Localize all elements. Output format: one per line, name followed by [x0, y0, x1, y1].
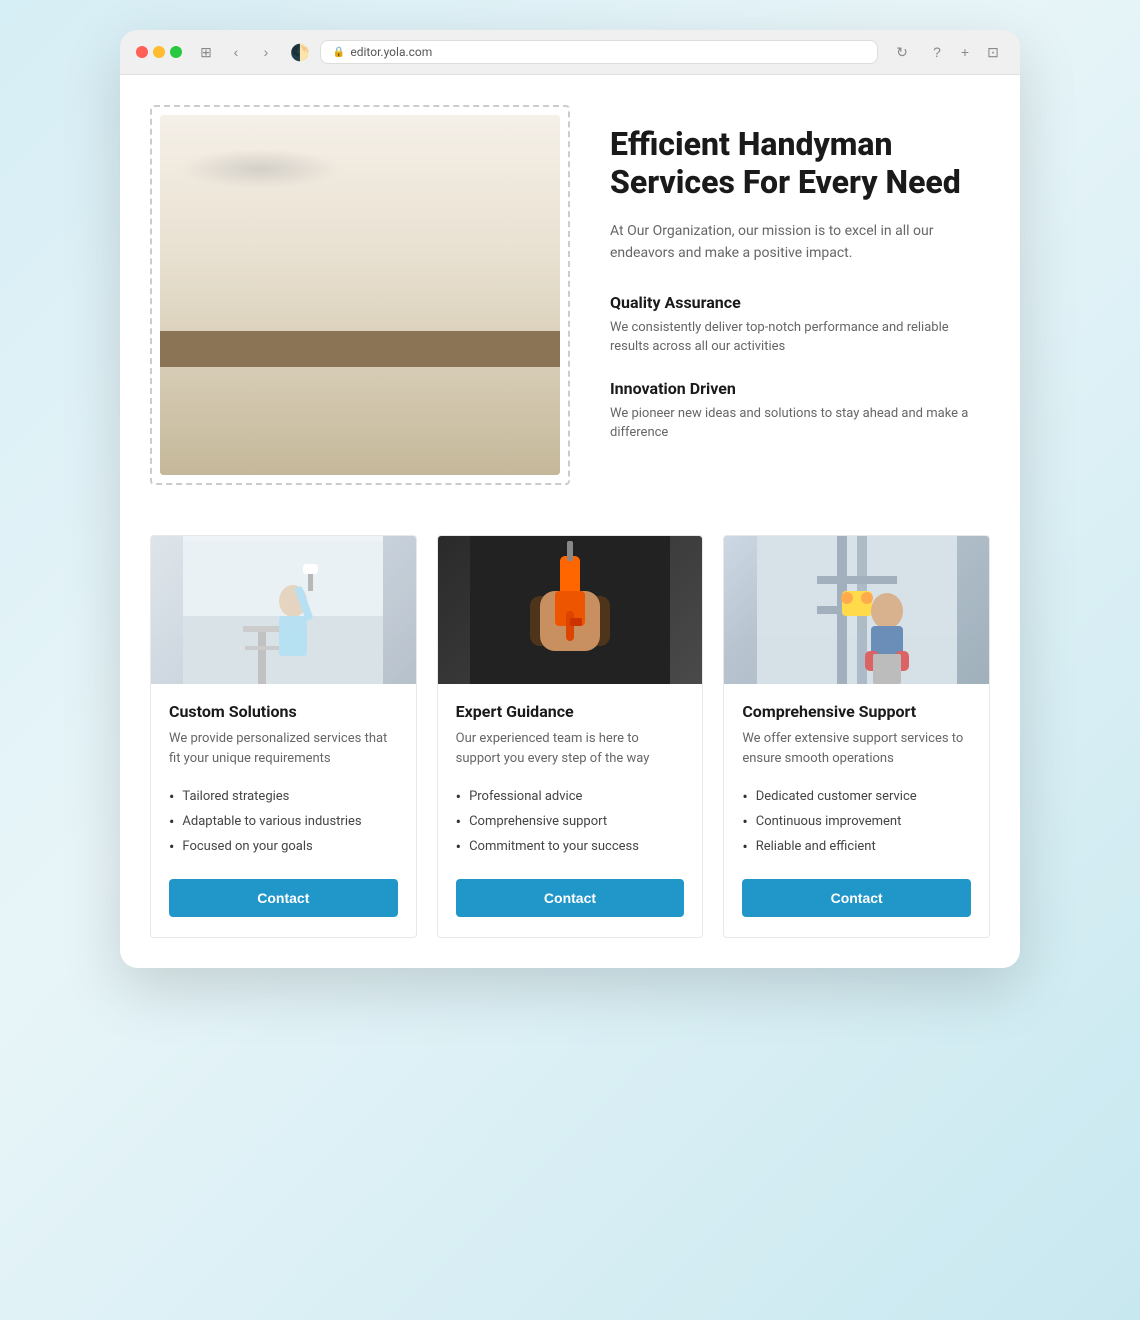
back-button[interactable]: ‹: [222, 42, 250, 62]
list-item: Focused on your goals: [169, 834, 398, 859]
card-2-desc: Our experienced team is here to support …: [456, 729, 685, 768]
feature-innovation-title: Innovation Driven: [610, 379, 990, 398]
hero-section: Efficient Handyman Services For Every Ne…: [150, 105, 990, 485]
refresh-button[interactable]: ↻: [888, 42, 916, 62]
card-3-image: [724, 536, 989, 684]
list-item: Reliable and efficient: [742, 834, 971, 859]
browser-actions: ? + ⊡: [926, 41, 1004, 63]
browser-window: ⊞ ‹ › 🌓 🔒 editor.yola.com ↻ ? + ⊡: [120, 30, 1020, 968]
card-3-desc: We offer extensive support services to e…: [742, 729, 971, 768]
url-text: editor.yola.com: [350, 45, 432, 59]
list-item: Continuous improvement: [742, 809, 971, 834]
card-1-desc: We provide personalized services that fi…: [169, 729, 398, 768]
card-1-body: Custom Solutions We provide personalized…: [151, 684, 416, 937]
card-1-contact-button[interactable]: Contact: [169, 879, 398, 917]
list-item: Tailored strategies: [169, 784, 398, 809]
card-comprehensive-support: Comprehensive Support We offer extensive…: [723, 535, 990, 938]
list-item: Commitment to your success: [456, 834, 685, 859]
hero-image-container: [150, 105, 570, 485]
forward-button[interactable]: ›: [252, 42, 280, 62]
card-3-list: Dedicated customer service Continuous im…: [742, 784, 971, 859]
card-1-image: [151, 536, 416, 684]
card-1-title: Custom Solutions: [169, 702, 398, 721]
feature-quality-desc: We consistently deliver top-notch perfor…: [610, 318, 990, 357]
card-1-list: Tailored strategies Adaptable to various…: [169, 784, 398, 859]
traffic-lights: [136, 46, 182, 58]
list-item: Dedicated customer service: [742, 784, 971, 809]
card-custom-solutions: Custom Solutions We provide personalized…: [150, 535, 417, 938]
card-2-image: [438, 536, 703, 684]
traffic-light-yellow[interactable]: [153, 46, 165, 58]
nav-buttons: ⊞ ‹ ›: [192, 42, 280, 62]
add-tab-button[interactable]: +: [954, 41, 976, 63]
card-3-body: Comprehensive Support We offer extensive…: [724, 684, 989, 937]
list-item: Adaptable to various industries: [169, 809, 398, 834]
feature-quality: Quality Assurance We consistently delive…: [610, 293, 990, 357]
lock-icon: 🔒: [333, 47, 345, 58]
feature-innovation: Innovation Driven We pioneer new ideas a…: [610, 379, 990, 443]
traffic-light-green[interactable]: [170, 46, 182, 58]
browser-chrome: ⊞ ‹ › 🌓 🔒 editor.yola.com ↻ ? + ⊡: [120, 30, 1020, 75]
sidebar-toggle-button[interactable]: ⊞: [192, 42, 220, 62]
list-item: Comprehensive support: [456, 809, 685, 834]
hero-subtitle: At Our Organization, our mission is to e…: [610, 220, 990, 265]
feature-innovation-desc: We pioneer new ideas and solutions to st…: [610, 404, 990, 443]
list-item: Professional advice: [456, 784, 685, 809]
card-3-contact-button[interactable]: Contact: [742, 879, 971, 917]
hero-image: [160, 115, 560, 475]
hero-title: Efficient Handyman Services For Every Ne…: [610, 125, 990, 202]
tab-icon: 🌓: [290, 43, 310, 62]
hero-text: Efficient Handyman Services For Every Ne…: [610, 105, 990, 465]
page-content: Efficient Handyman Services For Every Ne…: [120, 75, 1020, 968]
card-2-title: Expert Guidance: [456, 702, 685, 721]
card-2-list: Professional advice Comprehensive suppor…: [456, 784, 685, 859]
card-2-contact-button[interactable]: Contact: [456, 879, 685, 917]
card-2-body: Expert Guidance Our experienced team is …: [438, 684, 703, 937]
address-bar[interactable]: 🔒 editor.yola.com: [320, 40, 878, 64]
card-3-title: Comprehensive Support: [742, 702, 971, 721]
help-button[interactable]: ?: [926, 41, 948, 63]
cards-section: Custom Solutions We provide personalized…: [150, 535, 990, 938]
extensions-button[interactable]: ⊡: [982, 41, 1004, 63]
feature-quality-title: Quality Assurance: [610, 293, 990, 312]
card-expert-guidance: Expert Guidance Our experienced team is …: [437, 535, 704, 938]
traffic-light-red[interactable]: [136, 46, 148, 58]
